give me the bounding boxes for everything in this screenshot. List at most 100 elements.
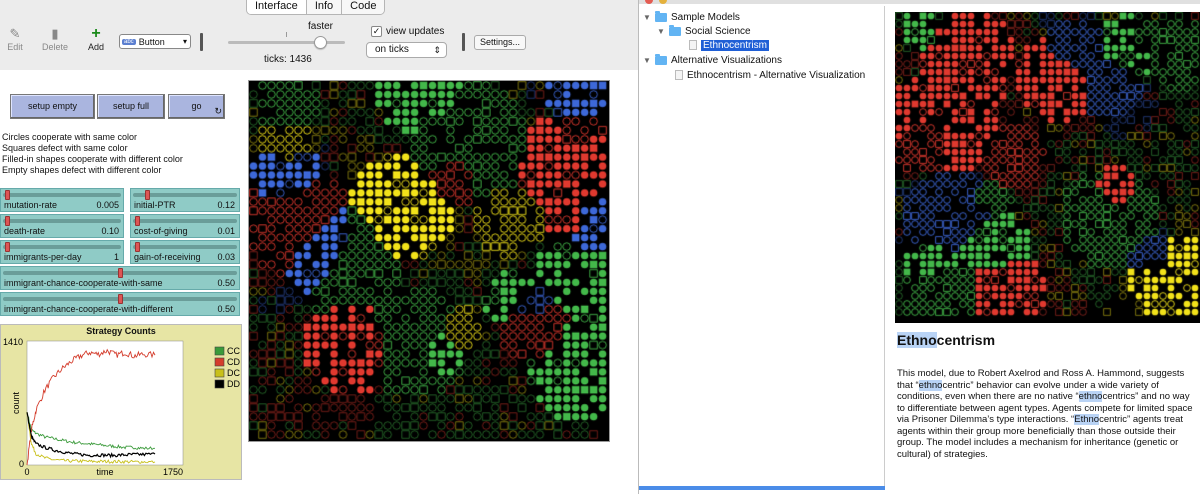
slider-name: mutation-rate [4,200,58,210]
slider-handle[interactable] [118,268,123,278]
settings-button[interactable]: Settings... [474,35,526,50]
widget-type-select[interactable]: abc Button ▾ [119,34,191,49]
edit-button[interactable]: ✎ Edit [0,26,34,52]
tree-item-label: Sample Models [671,11,740,23]
legend-label-cd: CD [227,357,240,367]
tab-interface[interactable]: Interface [247,0,306,14]
add-label: Add [87,42,104,52]
toolbar-separator [200,33,203,51]
x-min-label: 0 [24,467,29,477]
tree-scroll-indicator [639,486,885,490]
slider-immigrants-per-day[interactable]: immigrants-per-day 1 [0,240,124,264]
legend-swatch-dd [214,379,225,389]
interface-toolbar: ✎ Edit ▮ Delete + Add abc Button ▾ faste… [0,14,638,70]
slider-immigrant-chance-cooperate-with-different[interactable]: immigrant-chance-cooperate-with-differen… [0,292,240,316]
y-max-label: 1410 [3,337,23,347]
slider-name: immigrants-per-day [4,252,82,262]
slider-value: 0.12 [217,200,235,210]
interface-panel: setup empty setup full go ↻ Circles coop… [0,70,638,494]
file-icon [675,70,683,80]
delete-label: Delete [41,42,68,52]
setup-empty-button[interactable]: setup empty [10,94,95,119]
folder-icon [655,53,667,65]
search-highlight: ethno [1078,391,1103,402]
slider-handle[interactable] [5,216,11,226]
setup-full-button[interactable]: setup full [97,94,165,119]
close-icon[interactable] [645,0,653,4]
note-line: Circles cooperate with same color [2,132,138,142]
slider-cost-of-giving[interactable]: cost-of-giving 0.01 [130,214,240,238]
slider-value: 0.005 [96,200,119,210]
tree-item-ethnocentrism[interactable]: Ethnocentrism [689,38,769,52]
slider-death-rate[interactable]: death-rate 0.10 [0,214,124,238]
speed-slider[interactable] [228,41,345,44]
chevron-down-icon: ▼ [643,55,651,65]
legend-swatch-dc [214,368,225,378]
go-button-label: go [191,101,202,111]
slider-mutation-rate[interactable]: mutation-rate 0.005 [0,188,124,212]
slider-handle[interactable] [118,294,123,304]
delete-button[interactable]: ▮ Delete [36,26,74,52]
slider-value: 1 [113,252,119,262]
slider-handle[interactable] [135,242,140,252]
slider-name: death-rate [4,226,46,236]
updown-chevron-icon: ⇕ [433,45,441,55]
models-library-window: ▼ Sample Models ▼ Social Science Ethnoce… [638,0,1200,494]
slider-track[interactable] [133,219,237,223]
slider-track[interactable] [3,219,121,223]
legend-swatch-cc [214,346,225,356]
tree-item-sample-models[interactable]: ▼ Sample Models [643,10,740,24]
slider-track[interactable] [3,193,121,197]
legend-note: Circles cooperate with same color Square… [2,132,183,176]
slider-gain-of-receiving[interactable]: gain-of-receiving 0.03 [130,240,240,264]
note-line: Filled-in shapes cooperate with differen… [2,154,183,164]
x-max-label: 1750 [163,467,183,477]
slider-track[interactable] [133,245,237,249]
go-button[interactable]: go ↻ [168,94,225,119]
slider-initial-PTR[interactable]: initial-PTR 0.12 [130,188,240,212]
legend-swatch-cd [214,357,225,367]
slider-handle[interactable] [145,190,150,200]
search-highlight: Ethno [1074,414,1100,425]
slider-handle[interactable] [135,216,140,226]
add-button[interactable]: + Add [77,26,115,53]
legend-label-cc: CC [227,346,240,356]
tab-code[interactable]: Code [341,0,385,14]
world-view[interactable] [248,80,610,442]
chevron-down-icon: ▼ [643,12,651,22]
folder-icon [655,10,667,22]
window-titlebar [639,0,1200,4]
slider-track[interactable] [3,245,121,249]
pencil-icon: ✎ [9,26,21,41]
slider-name: immigrant-chance-cooperate-with-differen… [4,304,173,314]
tree-item-ethnocentrism-alt[interactable]: Ethnocentrism - Alternative Visualizatio… [675,68,865,82]
slider-name: initial-PTR [134,200,176,210]
tree-item-social-science[interactable]: ▼ Social Science [657,24,751,38]
slider-handle[interactable] [5,242,11,252]
slider-value: 0.50 [217,304,235,314]
tab-info[interactable]: Info [305,0,342,14]
speed-slider-knob[interactable] [314,36,327,49]
x-axis-label: time [96,467,113,477]
slider-immigrant-chance-cooperate-with-same[interactable]: immigrant-chance-cooperate-with-same 0.50 [0,266,240,290]
view-updates-checkbox[interactable]: ✓ view updates [371,26,444,37]
slider-handle[interactable] [5,190,11,200]
tree-item-alternative-visualizations[interactable]: ▼ Alternative Visualizations [643,53,782,67]
search-highlight: ethno [918,379,943,391]
minimize-icon[interactable] [659,0,667,4]
folder-icon [669,24,681,36]
slider-name: cost-of-giving [134,226,188,236]
slider-name: immigrant-chance-cooperate-with-same [4,278,163,288]
button-widget-icon: abc [122,38,136,45]
note-line: Squares defect with same color [2,143,128,153]
y-axis-label: count [11,391,21,414]
y-min-label: 0 [19,459,24,469]
plot-area [26,340,184,466]
widget-type-value: Button [138,36,165,47]
legend-label-dc: DC [227,368,240,378]
slider-value: 0.50 [217,278,235,288]
forever-loop-icon: ↻ [214,106,222,116]
slider-name: gain-of-receiving [134,252,201,262]
update-mode-select[interactable]: on ticks ⇕ [366,42,447,58]
tree-item-label-selected: Ethnocentrism [701,39,769,51]
